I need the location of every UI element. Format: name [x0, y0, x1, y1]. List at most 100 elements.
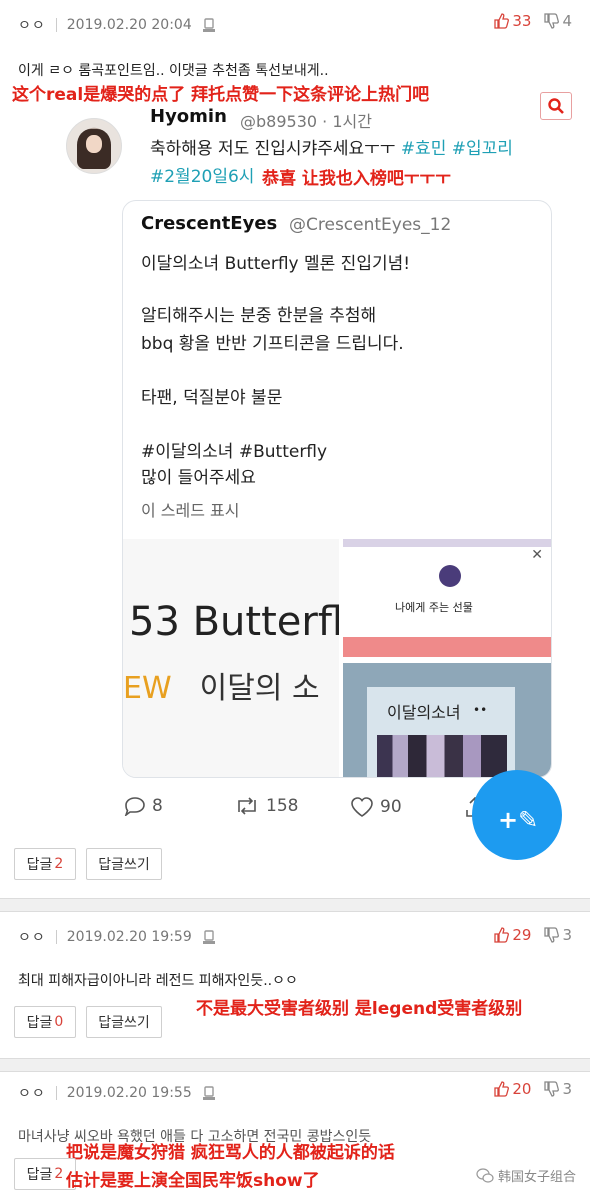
- quoted-text-line: 타팬, 덕질분야 불문: [141, 388, 283, 408]
- comment-meta: ㅇㅇ 2019.02.20 19:59: [18, 926, 216, 948]
- write-reply-button[interactable]: 답글쓰기: [86, 848, 162, 880]
- quoted-text-line: 이달의소녀 Butterfly 멜론 진입기념!: [141, 254, 411, 274]
- upvote-count: 33: [512, 12, 532, 30]
- downvote-button[interactable]: 3: [543, 1080, 572, 1098]
- divider: [55, 18, 57, 32]
- downvote-count: 3: [562, 926, 572, 944]
- downvote-count: 4: [562, 12, 572, 30]
- comment-date: 2019.02.20 19:59: [66, 929, 192, 945]
- quoted-text-line: bbq 황올 반반 기프티콘을 드립니다.: [141, 334, 404, 354]
- downvote-button[interactable]: 3: [543, 926, 572, 944]
- wechat-icon: [476, 1167, 494, 1183]
- upvote-button[interactable]: 20: [493, 1080, 531, 1098]
- compose-icon: +✎: [498, 806, 539, 834]
- divider: [55, 1086, 57, 1100]
- hashtag[interactable]: #입꼬리: [452, 139, 513, 159]
- translation-caption: 这个real是爆哭的点了 拜托点赞一下这条评论上热门吧: [12, 85, 430, 105]
- vote-counts: 33 4: [493, 12, 572, 30]
- avatar: [66, 118, 122, 174]
- tweet-author-name: Hyomin: [150, 106, 227, 127]
- quoted-text-line: 많이 들어주세요: [141, 468, 256, 488]
- quoted-handle: @CrescentEyes_12: [289, 215, 452, 235]
- close-icon: ✕: [531, 547, 543, 563]
- quoted-text-line: #이달의소녀 #Butterfly: [141, 442, 328, 462]
- gift-text: 나에게 주는 선물: [395, 601, 473, 614]
- reply-button[interactable]: 답글 2: [14, 848, 76, 880]
- reply-action[interactable]: 8: [124, 796, 163, 816]
- hashtag[interactable]: #효민: [401, 139, 447, 159]
- album-dots: ••: [473, 703, 488, 717]
- watermark-text: 韩国女子组合: [498, 1170, 577, 1185]
- reply-count: 2: [54, 1166, 64, 1182]
- translation-caption: 恭喜 让我也入榜吧ㅜㅜㅜ: [262, 169, 451, 189]
- comment-author: ㅇㅇ: [18, 18, 46, 34]
- like-count: 90: [380, 797, 402, 817]
- divider: [55, 930, 57, 944]
- upvote-count: 29: [512, 926, 532, 944]
- report-icon[interactable]: [202, 17, 216, 33]
- vote-counts: 29 3: [493, 926, 572, 944]
- show-thread-link[interactable]: 이 스레드 표시: [141, 497, 240, 521]
- retweet-action[interactable]: 158: [234, 796, 298, 816]
- thumbs-down-icon: [544, 927, 560, 943]
- heart-icon: [351, 797, 373, 817]
- hashtag[interactable]: #2월20일6시: [150, 167, 254, 187]
- reply-count: 2: [54, 856, 64, 872]
- report-icon[interactable]: [202, 1085, 216, 1101]
- reply-count: 0: [54, 1014, 64, 1030]
- translation-caption: 把说是魔女狩猎 疯狂骂人的人都被起诉的话: [66, 1143, 395, 1163]
- retweet-icon: [238, 797, 256, 815]
- album-title: 이달의소녀: [387, 703, 461, 722]
- tweet-text-line2: #2월20일6시: [150, 162, 254, 187]
- search-icon: [548, 98, 564, 114]
- quoted-tweet[interactable]: CrescentEyes @CrescentEyes_12 이달의소녀 Butt…: [122, 200, 552, 778]
- comment-separator: [0, 898, 590, 912]
- comment-author: ㅇㅇ: [18, 1086, 46, 1102]
- gift-modal: [343, 547, 551, 637]
- comment-meta: ㅇㅇ 2019.02.20 19:55: [18, 1082, 216, 1104]
- media-image-left[interactable]: 53 Butterfly EW 이달의 소: [123, 539, 339, 777]
- thumbs-up-icon: [494, 1081, 510, 1097]
- media-text: 53 Butterfly: [129, 599, 339, 645]
- report-icon[interactable]: [202, 929, 216, 945]
- retweet-count: 158: [266, 796, 299, 816]
- comment-text: 최대 피해자급이아니라 레전드 피해자인듯..ㅇㅇ: [18, 973, 298, 989]
- comment-meta: ㅇㅇ 2019.02.20 20:04: [18, 14, 216, 36]
- write-reply-button[interactable]: 답글쓰기: [86, 1006, 162, 1038]
- media-image-right[interactable]: ✕ 나에게 주는 선물 이달의소녀 ••: [341, 539, 551, 777]
- comment-date: 2019.02.20 20:04: [66, 17, 192, 33]
- new-badge: EW: [123, 671, 172, 706]
- quoted-text-line: 알티해주시는 분중 한분을 추첨해: [141, 306, 377, 326]
- comment-date: 2019.02.20 19:55: [66, 1085, 192, 1101]
- comment-author: ㅇㅇ: [18, 930, 46, 946]
- profile-icon: [439, 565, 461, 587]
- comment-separator: [0, 1058, 590, 1072]
- thumbs-down-icon: [544, 1081, 560, 1097]
- comment-text: 이게 ㄹㅇ 롬곡포인트임.. 이댓글 추천좀 톡선보내게..: [18, 63, 329, 79]
- tweet-text-body: 축하해용 저도 진입시캬주세요ㅜㅜ: [150, 139, 401, 159]
- tweet-text: 축하해용 저도 진입시캬주세요ㅜㅜ #효민 #입꼬리: [150, 134, 513, 159]
- media-text: 이달의 소: [199, 671, 320, 706]
- watermark: 韩国女子组合: [476, 1166, 576, 1185]
- translation-caption: 估计是要上演全国民牢饭show了: [66, 1171, 320, 1191]
- upvote-count: 20: [512, 1080, 532, 1098]
- vote-counts: 20 3: [493, 1080, 572, 1098]
- downvote-count: 3: [562, 1080, 572, 1098]
- like-action[interactable]: 90: [350, 796, 402, 818]
- thumbs-up-icon: [494, 13, 510, 29]
- group-photo: [377, 735, 507, 777]
- search-button[interactable]: [540, 92, 572, 120]
- translation-caption: 不是最大受害者级别 是legend受害者级别: [196, 999, 523, 1019]
- thumbs-up-icon: [494, 927, 510, 943]
- upvote-button[interactable]: 33: [493, 12, 531, 30]
- media-text-row: EW 이달의 소: [123, 663, 320, 707]
- upvote-button[interactable]: 29: [493, 926, 531, 944]
- comment-2: ㅇㅇ 2019.02.20 19:59 29 3 최대 피해자급이아니라 레전드…: [0, 912, 590, 1062]
- quoted-author-name: CrescentEyes: [141, 213, 278, 234]
- comment-1: ㅇㅇ 2019.02.20 20:04 33 4 이게 ㄹㅇ 롬곡포인트임.. …: [0, 0, 590, 898]
- reply-count: 8: [152, 796, 163, 816]
- reply-button[interactable]: 답글 0: [14, 1006, 76, 1038]
- tweet-handle: @b89530 · 1시간: [240, 112, 372, 131]
- reply-icon: [124, 797, 145, 816]
- downvote-button[interactable]: 4: [543, 12, 572, 30]
